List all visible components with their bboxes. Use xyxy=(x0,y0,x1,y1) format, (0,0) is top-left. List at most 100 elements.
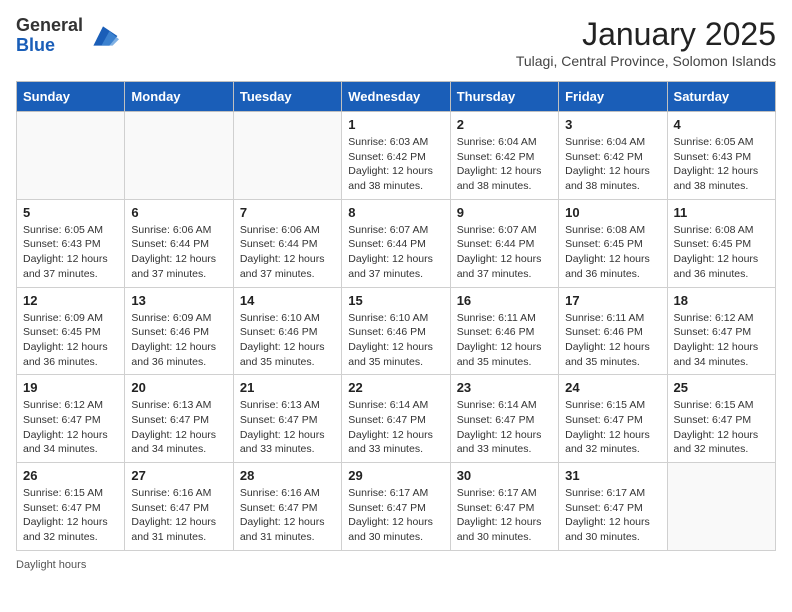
day-info: Sunrise: 6:05 AMSunset: 6:43 PMDaylight:… xyxy=(674,135,769,194)
logo-text: General Blue xyxy=(16,16,83,56)
day-info: Sunrise: 6:15 AMSunset: 6:47 PMDaylight:… xyxy=(565,398,660,457)
day-info: Sunrise: 6:03 AMSunset: 6:42 PMDaylight:… xyxy=(348,135,443,194)
day-info: Sunrise: 6:13 AMSunset: 6:47 PMDaylight:… xyxy=(131,398,226,457)
day-info: Sunrise: 6:13 AMSunset: 6:47 PMDaylight:… xyxy=(240,398,335,457)
weekday-header-wednesday: Wednesday xyxy=(342,82,450,112)
day-number: 26 xyxy=(23,468,118,483)
day-info: Sunrise: 6:07 AMSunset: 6:44 PMDaylight:… xyxy=(348,223,443,282)
day-info: Sunrise: 6:14 AMSunset: 6:47 PMDaylight:… xyxy=(348,398,443,457)
day-info: Sunrise: 6:09 AMSunset: 6:46 PMDaylight:… xyxy=(131,311,226,370)
calendar-cell: 17Sunrise: 6:11 AMSunset: 6:46 PMDayligh… xyxy=(559,287,667,375)
weekday-header-thursday: Thursday xyxy=(450,82,558,112)
day-number: 15 xyxy=(348,293,443,308)
day-number: 30 xyxy=(457,468,552,483)
day-number: 28 xyxy=(240,468,335,483)
day-info: Sunrise: 6:06 AMSunset: 6:44 PMDaylight:… xyxy=(240,223,335,282)
day-info: Sunrise: 6:06 AMSunset: 6:44 PMDaylight:… xyxy=(131,223,226,282)
day-number: 4 xyxy=(674,117,769,132)
day-number: 1 xyxy=(348,117,443,132)
calendar-week-4: 19Sunrise: 6:12 AMSunset: 6:47 PMDayligh… xyxy=(17,375,776,463)
calendar-body: 1 Sunrise: 6:03 AMSunset: 6:42 PMDaylight… xyxy=(17,112,776,551)
day-number: 3 xyxy=(565,117,660,132)
day-number: 27 xyxy=(131,468,226,483)
calendar-cell: 1 Sunrise: 6:03 AMSunset: 6:42 PMDaylight… xyxy=(342,112,450,200)
calendar-cell xyxy=(667,463,775,551)
day-number: 24 xyxy=(565,380,660,395)
day-number: 9 xyxy=(457,205,552,220)
logo-blue: Blue xyxy=(16,36,83,56)
calendar-cell: 14Sunrise: 6:10 AMSunset: 6:46 PMDayligh… xyxy=(233,287,341,375)
calendar-week-1: 1 Sunrise: 6:03 AMSunset: 6:42 PMDaylight… xyxy=(17,112,776,200)
day-number: 13 xyxy=(131,293,226,308)
day-info: Sunrise: 6:12 AMSunset: 6:47 PMDaylight:… xyxy=(23,398,118,457)
calendar-cell: 28 Sunrise: 6:16 AMSunset: 6:47 PMDayligh… xyxy=(233,463,341,551)
calendar-cell: 10 Sunrise: 6:08 AMSunset: 6:45 PMDayligh… xyxy=(559,199,667,287)
title-area: January 2025 Tulagi, Central Province, S… xyxy=(516,16,776,69)
calendar-cell: 20Sunrise: 6:13 AMSunset: 6:47 PMDayligh… xyxy=(125,375,233,463)
calendar-cell: 12 Sunrise: 6:09 AMSunset: 6:45 PMDayligh… xyxy=(17,287,125,375)
calendar-week-3: 12 Sunrise: 6:09 AMSunset: 6:45 PMDayligh… xyxy=(17,287,776,375)
weekday-header-sunday: Sunday xyxy=(17,82,125,112)
logo-icon xyxy=(87,20,119,52)
day-info: Sunrise: 6:17 AMSunset: 6:47 PMDaylight:… xyxy=(457,486,552,545)
day-number: 16 xyxy=(457,293,552,308)
day-info: Sunrise: 6:12 AMSunset: 6:47 PMDaylight:… xyxy=(674,311,769,370)
day-info: Sunrise: 6:14 AMSunset: 6:47 PMDaylight:… xyxy=(457,398,552,457)
day-number: 25 xyxy=(674,380,769,395)
month-title: January 2025 xyxy=(516,16,776,53)
day-number: 22 xyxy=(348,380,443,395)
calendar-cell: 6 Sunrise: 6:06 AMSunset: 6:44 PMDaylight… xyxy=(125,199,233,287)
calendar-cell: 19Sunrise: 6:12 AMSunset: 6:47 PMDayligh… xyxy=(17,375,125,463)
calendar-cell: 29Sunrise: 6:17 AMSunset: 6:47 PMDayligh… xyxy=(342,463,450,551)
day-number: 29 xyxy=(348,468,443,483)
day-number: 7 xyxy=(240,205,335,220)
calendar-cell: 25Sunrise: 6:15 AMSunset: 6:47 PMDayligh… xyxy=(667,375,775,463)
day-info: Sunrise: 6:05 AMSunset: 6:43 PMDaylight:… xyxy=(23,223,118,282)
calendar-cell: 24 Sunrise: 6:15 AMSunset: 6:47 PMDayligh… xyxy=(559,375,667,463)
day-info: Sunrise: 6:16 AMSunset: 6:47 PMDaylight:… xyxy=(240,486,335,545)
logo: General Blue xyxy=(16,16,119,56)
calendar-cell: 13 Sunrise: 6:09 AMSunset: 6:46 PMDayligh… xyxy=(125,287,233,375)
day-info: Sunrise: 6:04 AMSunset: 6:42 PMDaylight:… xyxy=(457,135,552,194)
day-number: 23 xyxy=(457,380,552,395)
day-info: Sunrise: 6:09 AMSunset: 6:45 PMDaylight:… xyxy=(23,311,118,370)
calendar-cell: 27 Sunrise: 6:16 AMSunset: 6:47 PMDayligh… xyxy=(125,463,233,551)
weekday-header-saturday: Saturday xyxy=(667,82,775,112)
calendar-cell: 9 Sunrise: 6:07 AMSunset: 6:44 PMDaylight… xyxy=(450,199,558,287)
calendar-table: SundayMondayTuesdayWednesdayThursdayFrid… xyxy=(16,81,776,551)
calendar-cell: 18 Sunrise: 6:12 AMSunset: 6:47 PMDayligh… xyxy=(667,287,775,375)
calendar-cell: 26 Sunrise: 6:15 AMSunset: 6:47 PMDayligh… xyxy=(17,463,125,551)
day-number: 6 xyxy=(131,205,226,220)
location-subtitle: Tulagi, Central Province, Solomon Island… xyxy=(516,53,776,69)
calendar-week-2: 5 Sunrise: 6:05 AMSunset: 6:43 PMDaylight… xyxy=(17,199,776,287)
day-number: 5 xyxy=(23,205,118,220)
calendar-cell xyxy=(125,112,233,200)
day-info: Sunrise: 6:07 AMSunset: 6:44 PMDaylight:… xyxy=(457,223,552,282)
weekday-header-tuesday: Tuesday xyxy=(233,82,341,112)
calendar-cell: 15 Sunrise: 6:10 AMSunset: 6:46 PMDayligh… xyxy=(342,287,450,375)
calendar-cell: 2Sunrise: 6:04 AMSunset: 6:42 PMDaylight… xyxy=(450,112,558,200)
day-info: Sunrise: 6:11 AMSunset: 6:46 PMDaylight:… xyxy=(565,311,660,370)
day-number: 12 xyxy=(23,293,118,308)
day-number: 18 xyxy=(674,293,769,308)
weekday-header-monday: Monday xyxy=(125,82,233,112)
weekday-header-friday: Friday xyxy=(559,82,667,112)
day-number: 21 xyxy=(240,380,335,395)
calendar-cell: 23 Sunrise: 6:14 AMSunset: 6:47 PMDayligh… xyxy=(450,375,558,463)
day-number: 11 xyxy=(674,205,769,220)
day-info: Sunrise: 6:04 AMSunset: 6:42 PMDaylight:… xyxy=(565,135,660,194)
day-number: 14 xyxy=(240,293,335,308)
calendar-cell xyxy=(17,112,125,200)
day-info: Sunrise: 6:08 AMSunset: 6:45 PMDaylight:… xyxy=(565,223,660,282)
day-info: Sunrise: 6:08 AMSunset: 6:45 PMDaylight:… xyxy=(674,223,769,282)
day-number: 10 xyxy=(565,205,660,220)
day-info: Sunrise: 6:10 AMSunset: 6:46 PMDaylight:… xyxy=(348,311,443,370)
day-info: Sunrise: 6:16 AMSunset: 6:47 PMDaylight:… xyxy=(131,486,226,545)
calendar-cell: 5 Sunrise: 6:05 AMSunset: 6:43 PMDaylight… xyxy=(17,199,125,287)
calendar-cell: 30 Sunrise: 6:17 AMSunset: 6:47 PMDayligh… xyxy=(450,463,558,551)
calendar-cell: 22 Sunrise: 6:14 AMSunset: 6:47 PMDayligh… xyxy=(342,375,450,463)
day-number: 8 xyxy=(348,205,443,220)
calendar-cell: 4 Sunrise: 6:05 AMSunset: 6:43 PMDaylight… xyxy=(667,112,775,200)
calendar-cell: 3 Sunrise: 6:04 AMSunset: 6:42 PMDaylight… xyxy=(559,112,667,200)
day-info: Sunrise: 6:15 AMSunset: 6:47 PMDaylight:… xyxy=(23,486,118,545)
